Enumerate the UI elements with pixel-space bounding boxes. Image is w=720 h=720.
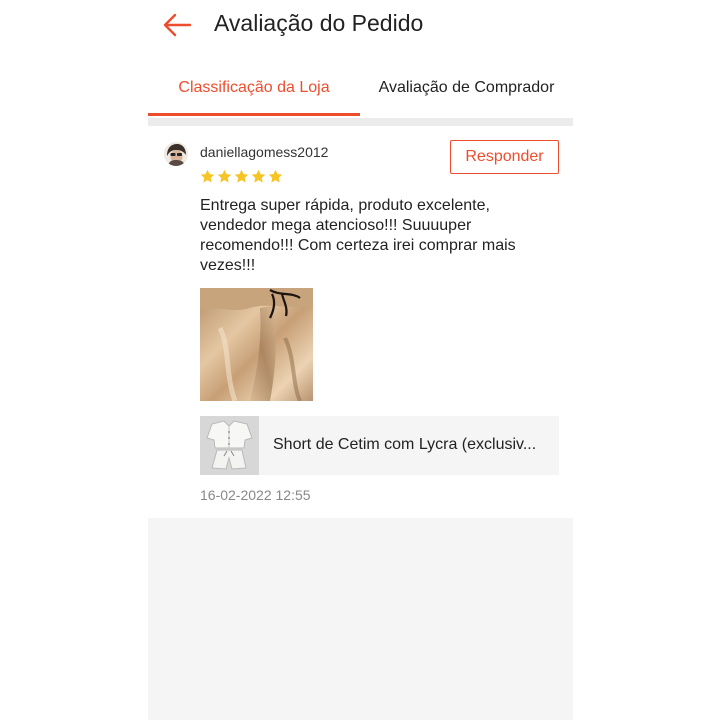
star-icon xyxy=(234,169,249,183)
product-name: Short de Cetim com Lycra (exclusiv... xyxy=(273,436,537,453)
star-icon xyxy=(268,169,283,183)
user-avatar-icon xyxy=(164,142,188,166)
satin-shorts-photo xyxy=(200,288,313,401)
tab-buyer-review[interactable]: Avaliação de Comprador xyxy=(360,68,573,118)
star-icon xyxy=(217,169,232,183)
star-icon xyxy=(251,169,266,183)
app-screen: Avaliação do Pedido Classificação da Loj… xyxy=(148,0,573,720)
star-rating xyxy=(199,168,284,186)
section-divider xyxy=(148,118,573,126)
tab-store-rating[interactable]: Classificação da Loja xyxy=(148,68,360,118)
back-button[interactable] xyxy=(160,9,194,41)
review-card: daniellagomess2012 Responder Entrega sup… xyxy=(148,126,573,518)
pajama-set-image xyxy=(200,416,259,475)
review-photo[interactable] xyxy=(200,288,313,401)
arrow-left-icon xyxy=(163,13,192,37)
product-thumbnail xyxy=(200,416,259,475)
avatar[interactable] xyxy=(164,142,188,166)
page-title: Avaliação do Pedido xyxy=(214,10,424,36)
empty-area xyxy=(148,518,573,720)
reviewer-username[interactable]: daniellagomess2012 xyxy=(200,144,328,160)
app-header: Avaliação do Pedido xyxy=(148,0,573,52)
star-icon xyxy=(200,169,215,183)
tab-bar: Classificação da Loja Avaliação de Compr… xyxy=(148,68,573,118)
review-date: 16-02-2022 12:55 xyxy=(200,487,311,503)
product-link[interactable]: Short de Cetim com Lycra (exclusiv... xyxy=(200,416,559,475)
active-tab-indicator xyxy=(148,113,360,116)
review-comment: Entrega super rápida, produto excelente,… xyxy=(200,197,516,274)
reply-button[interactable]: Responder xyxy=(450,140,559,174)
